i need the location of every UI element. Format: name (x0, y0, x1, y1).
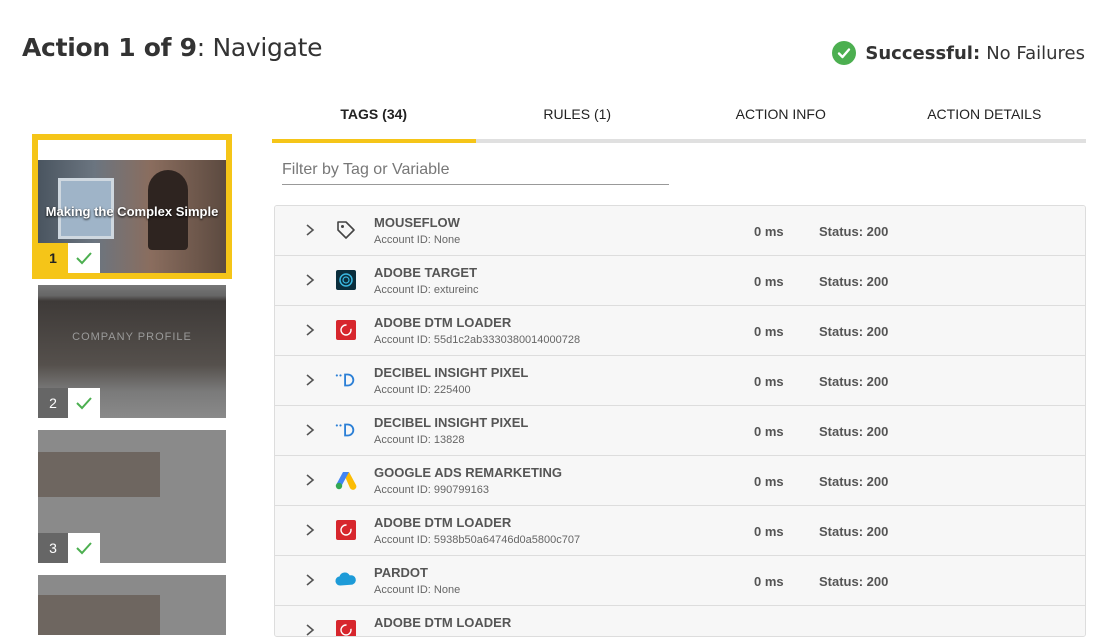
preview-banner (38, 595, 160, 635)
tag-name: ADOBE DTM LOADER (374, 515, 512, 530)
tab-action-details[interactable]: ACTION DETAILS (883, 96, 1087, 139)
chevron-right-icon[interactable] (305, 473, 315, 492)
tag-row[interactable]: ADOBE DTM LOADER (275, 606, 1085, 636)
preview-navbar (38, 140, 226, 160)
tag-row[interactable]: DECIBEL INSIGHT PIXEL Account ID: 13828 0 … (275, 406, 1085, 456)
thumbnail-badge: 3 (38, 533, 100, 563)
tag-name: PARDOT (374, 565, 428, 580)
tag-status: Status: 200 (819, 524, 889, 539)
tag-account-id: Account ID: 5938b50a64746d0a5800c707 (374, 534, 581, 546)
action-counter: Action 1 of 9 (22, 33, 197, 62)
adobe-target-icon (335, 269, 357, 291)
tag-load-time: 0 ms (754, 424, 784, 439)
tag-account-id: Account ID: extureinc (374, 284, 479, 296)
google-ads-icon (335, 469, 357, 491)
pardot-cloud-icon (335, 569, 357, 591)
preview-banner (38, 452, 160, 497)
tag-status: Status: 200 (819, 474, 889, 489)
status-summary: Successful: No Failures (832, 41, 1085, 65)
tag-status: Status: 200 (819, 324, 889, 339)
tag-row[interactable]: ADOBE DTM LOADER Account ID: 55d1c2ab3330… (275, 306, 1085, 356)
adobe-dtm-icon (335, 519, 357, 541)
adobe-dtm-icon (335, 619, 357, 636)
thumbnail-action-3[interactable]: 3 (38, 430, 226, 563)
action-name: : Navigate (196, 33, 323, 62)
decibel-icon (335, 419, 357, 441)
chevron-right-icon[interactable] (305, 373, 315, 392)
tab-bar: TAGS (34) RULES (1) ACTION INFO ACTION D… (272, 96, 1086, 143)
tag-icon (335, 219, 357, 241)
thumbnail-number: 1 (38, 243, 68, 273)
thumbnail-action-2[interactable]: COMPANY PROFILE 2 (38, 285, 226, 418)
chevron-right-icon[interactable] (305, 223, 315, 242)
screenshot-preview (38, 575, 226, 635)
thumbnail-action-1[interactable]: Making the Complex Simple 1 (32, 134, 232, 279)
tag-account-id: Account ID: None (374, 584, 461, 596)
tag-name: DECIBEL INSIGHT PIXEL (374, 365, 529, 380)
chevron-right-icon[interactable] (305, 273, 315, 292)
tag-load-time: 0 ms (754, 524, 784, 539)
tag-account-id: Account ID: 990799163 (374, 484, 489, 496)
tag-load-time: 0 ms (754, 474, 784, 489)
success-check-icon (832, 41, 857, 65)
tag-status: Status: 200 (819, 224, 889, 239)
thumbnail-badge: 2 (38, 388, 100, 418)
adobe-dtm-icon (335, 319, 357, 341)
preview-caption: Making the Complex Simple (45, 204, 219, 219)
tag-account-id: Account ID: 13828 (374, 434, 465, 446)
chevron-right-icon[interactable] (305, 573, 315, 592)
tag-row[interactable]: DECIBEL INSIGHT PIXEL Account ID: 225400 0… (275, 356, 1085, 406)
decibel-icon (335, 369, 357, 391)
preview-caption: COMPANY PROFILE (72, 331, 192, 343)
chevron-right-icon[interactable] (305, 523, 315, 542)
tag-row[interactable]: MOUSEFLOW Account ID: None 0 ms Status: 200 (275, 206, 1085, 256)
tag-name: ADOBE DTM LOADER (374, 315, 512, 330)
tag-name: DECIBEL INSIGHT PIXEL (374, 415, 529, 430)
tag-status: Status: 200 (819, 274, 889, 289)
action-title: Action 1 of 9: Navigate (22, 33, 323, 62)
tab-tags[interactable]: TAGS (34) (272, 96, 476, 143)
tag-status: Status: 200 (819, 374, 889, 389)
thumbnail-action-4[interactable] (38, 575, 226, 635)
tag-name: MOUSEFLOW (374, 215, 460, 230)
check-icon (68, 388, 100, 418)
tag-name: GOOGLE ADS REMARKETING (374, 465, 563, 480)
tag-load-time: 0 ms (754, 274, 784, 289)
tab-rules[interactable]: RULES (1) (476, 96, 680, 139)
check-icon (68, 243, 100, 273)
filter-input[interactable] (282, 156, 669, 185)
tag-account-id: Account ID: 225400 (374, 384, 471, 396)
tag-status: Status: 200 (819, 574, 889, 589)
chevron-right-icon[interactable] (305, 423, 315, 442)
tag-load-time: 0 ms (754, 324, 784, 339)
tag-account-id: Account ID: 55d1c2ab3330380014000728 (374, 334, 581, 346)
chevron-right-icon[interactable] (305, 323, 315, 342)
thumbnail-badge: 1 (38, 243, 100, 273)
tag-row[interactable]: ADOBE TARGET Account ID: extureinc 0 ms Sta… (275, 256, 1085, 306)
tag-load-time: 0 ms (754, 224, 784, 239)
tag-load-time: 0 ms (754, 374, 784, 389)
chevron-right-icon[interactable] (305, 623, 315, 636)
tag-list: MOUSEFLOW Account ID: None 0 ms Status: 200… (274, 205, 1086, 637)
tag-row[interactable]: PARDOT Account ID: None 0 ms Status: 200 (275, 556, 1085, 606)
tag-row[interactable]: ADOBE DTM LOADER Account ID: 5938b50a6474… (275, 506, 1085, 556)
tag-name: ADOBE TARGET (374, 265, 478, 280)
thumbnail-number: 2 (38, 388, 68, 418)
tab-action-info[interactable]: ACTION INFO (679, 96, 883, 139)
tag-row[interactable]: GOOGLE ADS REMARKETING Account ID: 990799… (275, 456, 1085, 506)
tag-account-id: Account ID: None (374, 234, 461, 246)
status-label: Successful: (865, 42, 981, 64)
tag-load-time: 0 ms (754, 574, 784, 589)
tag-status: Status: 200 (819, 424, 889, 439)
status-value: No Failures (986, 42, 1085, 64)
thumbnail-number: 3 (38, 533, 68, 563)
check-icon (68, 533, 100, 563)
